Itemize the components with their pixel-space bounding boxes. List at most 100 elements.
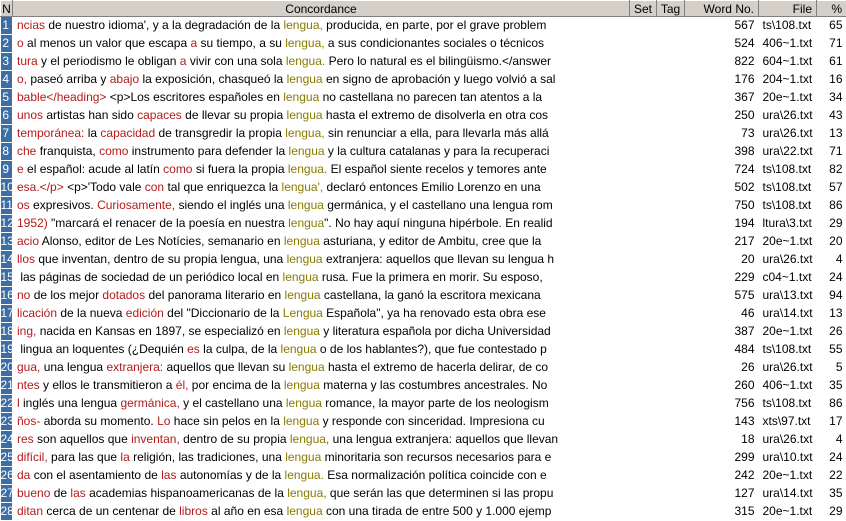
concordance-line[interactable]: ncias de nuestro idioma', y a la degrada… xyxy=(13,17,630,35)
set-cell[interactable] xyxy=(630,395,657,413)
set-cell[interactable] xyxy=(630,125,657,143)
file-cell[interactable]: 20e~1.txt xyxy=(759,89,817,107)
column-header-n[interactable]: N xyxy=(1,1,13,17)
word-no-cell[interactable]: 242 xyxy=(685,467,759,485)
tag-cell[interactable] xyxy=(657,413,685,431)
tag-cell[interactable] xyxy=(657,197,685,215)
file-cell[interactable]: ts\108.txt xyxy=(759,197,817,215)
concordance-line[interactable]: gua, una lengua extranjera: aquellos que… xyxy=(13,359,630,377)
percent-cell[interactable]: 24 xyxy=(817,449,846,467)
word-no-cell[interactable]: 315 xyxy=(685,503,759,521)
table-row[interactable]: 10esa.</p> <p>'Todo vale con tal que enr… xyxy=(1,179,846,197)
row-number[interactable]: 6 xyxy=(1,107,13,125)
tag-cell[interactable] xyxy=(657,395,685,413)
word-no-cell[interactable]: 229 xyxy=(685,269,759,287)
percent-cell[interactable]: 4 xyxy=(817,431,846,449)
word-no-cell[interactable]: 250 xyxy=(685,107,759,125)
concordance-line[interactable]: tura y el periodismo le obligan a vivir … xyxy=(13,53,630,71)
file-cell[interactable]: ura\26.txt xyxy=(759,125,817,143)
table-row[interactable]: 13acio Alonso, editor de Les Notícies, s… xyxy=(1,233,846,251)
percent-cell[interactable]: 86 xyxy=(817,395,846,413)
table-row[interactable]: 16no de los mejor dotados del panorama l… xyxy=(1,287,846,305)
percent-cell[interactable]: 55 xyxy=(817,341,846,359)
concordance-line[interactable]: licación de la nueva edición del "Diccio… xyxy=(13,305,630,323)
file-cell[interactable]: xts\97.txt xyxy=(759,413,817,431)
tag-cell[interactable] xyxy=(657,17,685,35)
file-cell[interactable]: 406~1.txt xyxy=(759,35,817,53)
set-cell[interactable] xyxy=(630,251,657,269)
file-cell[interactable]: ura\26.txt xyxy=(759,431,817,449)
row-number[interactable]: 15 xyxy=(1,269,13,287)
percent-cell[interactable]: 35 xyxy=(817,485,846,503)
set-cell[interactable] xyxy=(630,71,657,89)
file-cell[interactable]: 406~1.txt xyxy=(759,377,817,395)
tag-cell[interactable] xyxy=(657,449,685,467)
set-cell[interactable] xyxy=(630,143,657,161)
file-cell[interactable]: ts\108.txt xyxy=(759,161,817,179)
file-cell[interactable]: 604~1.txt xyxy=(759,53,817,71)
file-cell[interactable]: ura\26.txt xyxy=(759,251,817,269)
percent-cell[interactable]: 94 xyxy=(817,287,846,305)
table-row[interactable]: 4o, paseó arriba y abajo la exposición, … xyxy=(1,71,846,89)
table-row[interactable]: 1ncias de nuestro idioma', y a la degrad… xyxy=(1,17,846,35)
table-row[interactable]: 25difícil, para las que la religión, las… xyxy=(1,449,846,467)
table-row[interactable]: 14llos que inventan, dentro de su propia… xyxy=(1,251,846,269)
tag-cell[interactable] xyxy=(657,377,685,395)
set-cell[interactable] xyxy=(630,305,657,323)
set-cell[interactable] xyxy=(630,179,657,197)
percent-cell[interactable]: 24 xyxy=(817,269,846,287)
tag-cell[interactable] xyxy=(657,107,685,125)
word-no-cell[interactable]: 822 xyxy=(685,53,759,71)
word-no-cell[interactable]: 127 xyxy=(685,485,759,503)
percent-cell[interactable]: 35 xyxy=(817,377,846,395)
word-no-cell[interactable]: 194 xyxy=(685,215,759,233)
percent-cell[interactable]: 17 xyxy=(817,413,846,431)
percent-cell[interactable]: 29 xyxy=(817,503,846,521)
set-cell[interactable] xyxy=(630,17,657,35)
concordance-line[interactable]: l inglés una lengua germánica, y el cast… xyxy=(13,395,630,413)
table-row[interactable]: 20gua, una lengua extranjera: aquellos q… xyxy=(1,359,846,377)
tag-cell[interactable] xyxy=(657,467,685,485)
table-row[interactable]: 11os expresivos. Curiosamente, siendo el… xyxy=(1,197,846,215)
set-cell[interactable] xyxy=(630,89,657,107)
row-number[interactable]: 16 xyxy=(1,287,13,305)
concordance-line[interactable]: e el español: acude al latín como si fue… xyxy=(13,161,630,179)
set-cell[interactable] xyxy=(630,269,657,287)
word-no-cell[interactable]: 398 xyxy=(685,143,759,161)
percent-cell[interactable]: 34 xyxy=(817,89,846,107)
row-number[interactable]: 25 xyxy=(1,449,13,467)
concordance-line[interactable]: bable</heading> <p>Los escritores españo… xyxy=(13,89,630,107)
set-cell[interactable] xyxy=(630,197,657,215)
word-no-cell[interactable]: 143 xyxy=(685,413,759,431)
word-no-cell[interactable]: 176 xyxy=(685,71,759,89)
row-number[interactable]: 7 xyxy=(1,125,13,143)
tag-cell[interactable] xyxy=(657,359,685,377)
file-cell[interactable]: ura\14.txt xyxy=(759,305,817,323)
concordance-line[interactable]: os expresivos. Curiosamente, siendo el i… xyxy=(13,197,630,215)
percent-cell[interactable]: 13 xyxy=(817,305,846,323)
percent-cell[interactable]: 29 xyxy=(817,215,846,233)
file-cell[interactable]: ts\108.txt xyxy=(759,341,817,359)
concordance-line[interactable]: difícil, para las que la religión, las t… xyxy=(13,449,630,467)
set-cell[interactable] xyxy=(630,323,657,341)
concordance-line[interactable]: o al menos un valor que escapa a su tiem… xyxy=(13,35,630,53)
row-number[interactable]: 14 xyxy=(1,251,13,269)
percent-cell[interactable]: 13 xyxy=(817,125,846,143)
set-cell[interactable] xyxy=(630,431,657,449)
set-cell[interactable] xyxy=(630,161,657,179)
table-row[interactable]: 8che franquista, como instrumento para d… xyxy=(1,143,846,161)
tag-cell[interactable] xyxy=(657,215,685,233)
column-header-concordance[interactable]: Concordance xyxy=(13,1,630,17)
set-cell[interactable] xyxy=(630,287,657,305)
file-cell[interactable]: 204~1.txt xyxy=(759,71,817,89)
row-number[interactable]: 28 xyxy=(1,503,13,521)
table-row[interactable]: 27bueno de las academias hispanoamerican… xyxy=(1,485,846,503)
concordance-line[interactable]: ing, nacida en Kansas en 1897, se especi… xyxy=(13,323,630,341)
concordance-line[interactable]: res son aquellos que inventan, dentro de… xyxy=(13,431,630,449)
tag-cell[interactable] xyxy=(657,89,685,107)
row-number[interactable]: 8 xyxy=(1,143,13,161)
concordance-line[interactable]: bueno de las academias hispanoamericanas… xyxy=(13,485,630,503)
file-cell[interactable]: ura\22.txt xyxy=(759,143,817,161)
row-number[interactable]: 22 xyxy=(1,395,13,413)
row-number[interactable]: 9 xyxy=(1,161,13,179)
